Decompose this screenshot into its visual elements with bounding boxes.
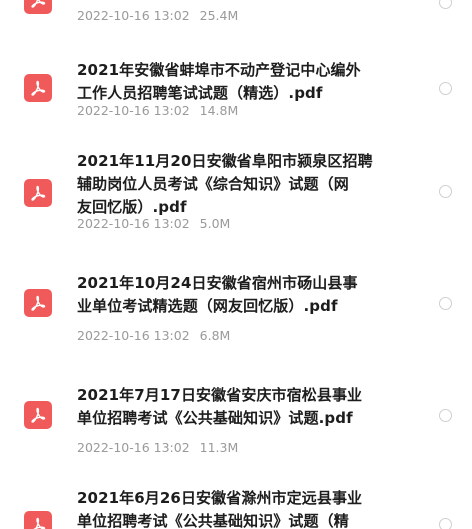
file-title: 2021年6月26日安徽省滁州市定远县事业 单位招聘考试《公共基础知识》试题（精 bbox=[77, 489, 363, 529]
pdf-icon bbox=[24, 511, 52, 529]
file-size: 5.0M bbox=[199, 216, 231, 231]
file-row[interactable]: 2021年6月26日安徽省滁州市定远县事业 单位招聘考试《公共基础知识》试题（精 bbox=[0, 486, 472, 529]
file-size: 25.4M bbox=[199, 8, 239, 23]
file-date: 2022-10-16 13:02 bbox=[77, 440, 190, 455]
file-row[interactable]: 2022-10-16 13:02 25.4M bbox=[0, 0, 472, 30]
file-title: 2021年7月17日安徽省安庆市宿松县事业 单位招聘考试《公共基础知识》试题.p… bbox=[77, 386, 363, 427]
file-meta: 2022-10-16 13:02 6.8M bbox=[77, 328, 230, 343]
file-row[interactable]: 2021年安徽省蚌埠市不动产登记中心编外 工作人员招聘笔试试题（精选）.pdf … bbox=[0, 55, 472, 125]
file-size: 14.8M bbox=[199, 103, 239, 118]
select-radio[interactable] bbox=[439, 82, 452, 95]
file-title: 2021年10月24日安徽省宿州市砀山县事 业单位考试精选题（网友回忆版）.pd… bbox=[77, 274, 358, 315]
pdf-icon bbox=[24, 179, 52, 207]
select-radio[interactable] bbox=[439, 185, 452, 198]
file-title: 2021年11月20日安徽省阜阳市颍泉区招聘 辅助岗位人员考试《综合知识》试题（… bbox=[77, 152, 373, 216]
file-date: 2022-10-16 13:02 bbox=[77, 103, 190, 118]
file-date: 2022-10-16 13:02 bbox=[77, 328, 190, 343]
file-size: 11.3M bbox=[199, 440, 239, 455]
file-row[interactable]: 2021年10月24日安徽省宿州市砀山县事 业单位考试精选题（网友回忆版）.pd… bbox=[0, 268, 472, 348]
select-radio[interactable] bbox=[439, 297, 452, 310]
file-meta: 2022-10-16 13:02 5.0M bbox=[77, 216, 230, 231]
file-row[interactable]: 2021年7月17日安徽省安庆市宿松县事业 单位招聘考试《公共基础知识》试题.p… bbox=[0, 382, 472, 462]
select-radio[interactable] bbox=[439, 0, 452, 9]
select-radio[interactable] bbox=[439, 409, 452, 422]
file-row[interactable]: 2021年11月20日安徽省阜阳市颍泉区招聘 辅助岗位人员考试《综合知识》试题（… bbox=[0, 148, 472, 238]
file-size: 6.8M bbox=[199, 328, 231, 343]
pdf-icon bbox=[24, 74, 52, 102]
file-date: 2022-10-16 13:02 bbox=[77, 8, 190, 23]
select-radio[interactable] bbox=[439, 518, 452, 529]
file-meta: 2022-10-16 13:02 11.3M bbox=[77, 440, 238, 455]
file-title: 2021年安徽省蚌埠市不动产登记中心编外 工作人员招聘笔试试题（精选）.pdf bbox=[77, 61, 361, 102]
pdf-icon bbox=[24, 0, 52, 14]
file-list: 2022-10-16 13:02 25.4M 2021年安徽省蚌埠市不动产登记中心… bbox=[0, 0, 472, 529]
pdf-icon bbox=[24, 401, 52, 429]
file-meta: 2022-10-16 13:02 25.4M bbox=[77, 8, 238, 23]
pdf-icon bbox=[24, 289, 52, 317]
file-meta: 2022-10-16 13:02 14.8M bbox=[77, 103, 238, 118]
file-date: 2022-10-16 13:02 bbox=[77, 216, 190, 231]
